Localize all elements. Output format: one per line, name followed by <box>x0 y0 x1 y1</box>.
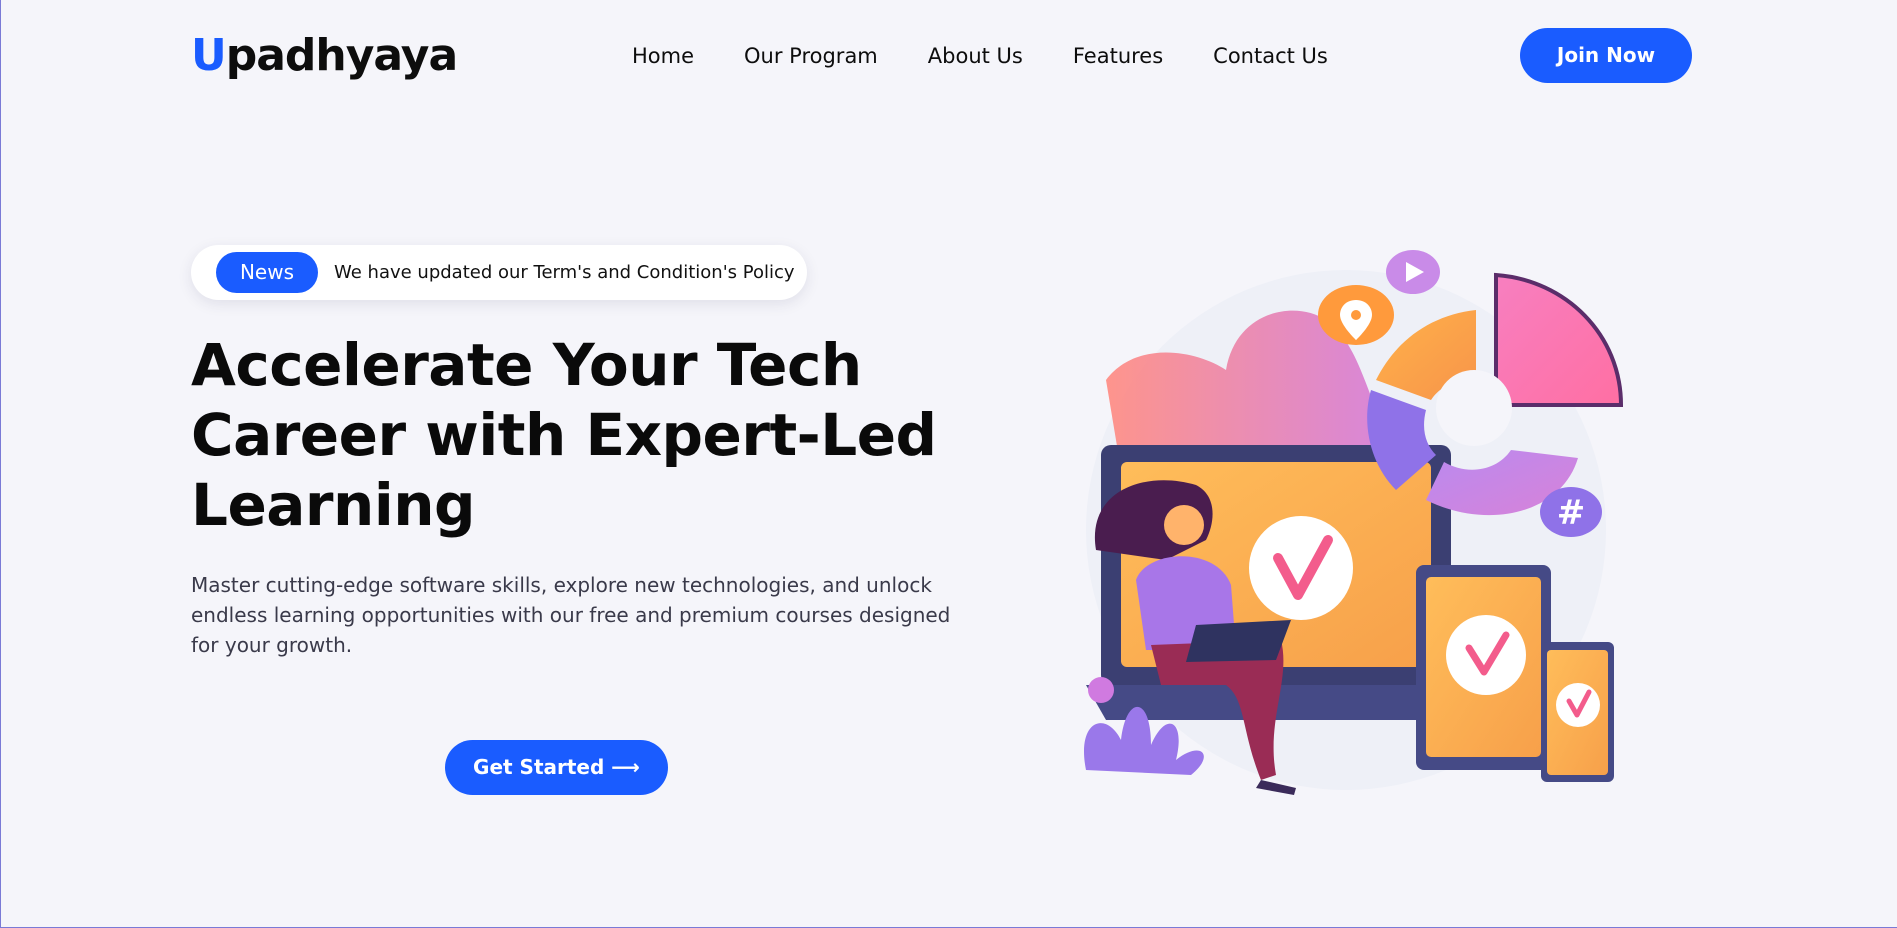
logo-initial: U <box>191 30 227 81</box>
nav-about-us[interactable]: About Us <box>928 38 1023 74</box>
nav-our-program[interactable]: Our Program <box>744 38 878 74</box>
nav-home[interactable]: Home <box>632 38 694 74</box>
tablet-check-badge <box>1446 615 1526 695</box>
hashtag-icon: # <box>1557 493 1586 533</box>
brand-logo[interactable]: Upadhyaya <box>191 28 458 84</box>
top-navigation: Upadhyaya Home Our Program About Us Feat… <box>1 0 1897 112</box>
nav-features[interactable]: Features <box>1073 38 1163 74</box>
nav-contact-us[interactable]: Contact Us <box>1213 38 1328 74</box>
pie-hole <box>1436 370 1512 446</box>
hero-subtext: Master cutting-edge software skills, exp… <box>191 573 951 657</box>
join-now-button[interactable]: Join Now <box>1520 28 1692 83</box>
person-head <box>1164 505 1204 545</box>
news-banner[interactable]: News We have updated our Term's and Cond… <box>191 245 807 300</box>
screen-check-badge <box>1249 516 1353 620</box>
news-text: We have updated our Term's and Condition… <box>334 262 795 283</box>
person-laptop <box>1186 620 1291 662</box>
logo-wordmark: padhyaya <box>225 30 458 81</box>
main-menu: Home Our Program About Us Features Conta… <box>632 38 1328 74</box>
pie-slice-pink <box>1494 272 1624 407</box>
plant-bulb <box>1088 677 1114 703</box>
news-badge: News <box>216 252 318 293</box>
phone-check-badge <box>1556 683 1600 727</box>
hero-illustration: # <box>1084 250 1624 795</box>
hero-headline: Accelerate Your Tech Career with Expert-… <box>191 331 937 539</box>
get-started-button[interactable]: Get Started ⟶ <box>445 740 668 795</box>
